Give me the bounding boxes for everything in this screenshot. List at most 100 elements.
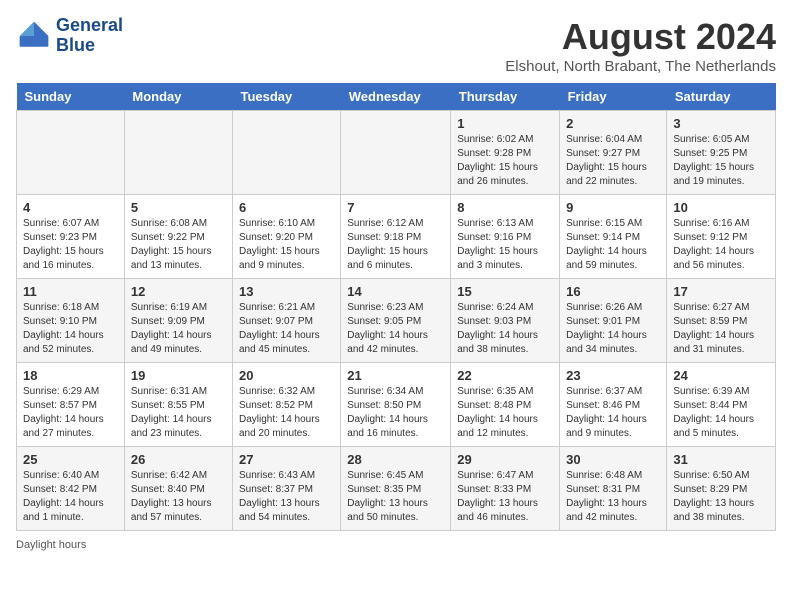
day-info: Sunrise: 6:08 AM Sunset: 9:22 PM Dayligh… [131,217,226,273]
logo: General Blue [16,16,123,56]
calendar-week-row: 18 Sunrise: 6:29 AM Sunset: 8:57 PM Dayli… [17,363,776,447]
day-info: Sunrise: 6:47 AM Sunset: 8:33 PM Dayligh… [457,469,553,525]
day-info: Sunrise: 6:32 AM Sunset: 8:52 PM Dayligh… [239,385,334,441]
title-area: August 2024 Elshout, North Brabant, The … [505,16,776,75]
day-info: Sunrise: 6:04 AM Sunset: 9:27 PM Dayligh… [566,133,660,189]
day-info: Sunrise: 6:21 AM Sunset: 9:07 PM Dayligh… [239,301,334,357]
calendar-cell: 7 Sunrise: 6:12 AM Sunset: 9:18 PM Daylig… [341,195,451,279]
day-number: 22 [457,368,553,383]
calendar-cell: 2 Sunrise: 6:04 AM Sunset: 9:27 PM Daylig… [560,111,667,195]
calendar-cell: 17 Sunrise: 6:27 AM Sunset: 8:59 PM Dayli… [667,279,776,363]
day-number: 17 [673,284,769,299]
calendar-week-row: 4Sunrise: 6:07 AM Sunset: 9:23 PM Daylig… [17,195,776,279]
calendar-cell: 14Sunrise: 6:23 AM Sunset: 9:05 PM Dayli… [341,279,451,363]
day-number: 6 [239,200,334,215]
header-monday: Monday [124,83,232,111]
day-number: 18 [23,368,118,383]
calendar-cell: 16 Sunrise: 6:26 AM Sunset: 9:01 PM Dayli… [560,279,667,363]
day-info: Sunrise: 6:13 AM Sunset: 9:16 PM Dayligh… [457,217,553,273]
day-info: Sunrise: 6:19 AM Sunset: 9:09 PM Dayligh… [131,301,226,357]
page-subtitle: Elshout, North Brabant, The Netherlands [505,58,776,75]
day-number: 7 [347,200,444,215]
calendar-cell [124,111,232,195]
day-number: 28 [347,452,444,467]
calendar-cell: 10 Sunrise: 6:16 AM Sunset: 9:12 PM Dayli… [667,195,776,279]
calendar-cell: 1Sunrise: 6:02 AM Sunset: 9:28 PM Daylig… [451,111,560,195]
day-info: Sunrise: 6:12 AM Sunset: 9:18 PM Dayligh… [347,217,444,273]
day-info: Sunrise: 6:43 AM Sunset: 8:37 PM Dayligh… [239,469,334,525]
day-number: 9 [566,200,660,215]
calendar-week-row: 1Sunrise: 6:02 AM Sunset: 9:28 PM Daylig… [17,111,776,195]
day-info: Sunrise: 6:18 AM Sunset: 9:10 PM Dayligh… [23,301,118,357]
header-thursday: Thursday [451,83,560,111]
calendar-cell [341,111,451,195]
day-number: 14 [347,284,444,299]
day-number: 5 [131,200,226,215]
day-number: 20 [239,368,334,383]
day-info: Sunrise: 6:35 AM Sunset: 8:48 PM Dayligh… [457,385,553,441]
day-info: Sunrise: 6:34 AM Sunset: 8:50 PM Dayligh… [347,385,444,441]
day-info: Sunrise: 6:39 AM Sunset: 8:44 PM Dayligh… [673,385,769,441]
logo-icon [16,18,52,54]
day-number: 29 [457,452,553,467]
header-wednesday: Wednesday [341,83,451,111]
calendar-cell: 30 Sunrise: 6:48 AM Sunset: 8:31 PM Dayli… [560,447,667,531]
day-info: Sunrise: 6:42 AM Sunset: 8:40 PM Dayligh… [131,469,226,525]
day-number: 8 [457,200,553,215]
calendar-cell: 20 Sunrise: 6:32 AM Sunset: 8:52 PM Dayli… [232,363,340,447]
calendar-cell: 23 Sunrise: 6:37 AM Sunset: 8:46 PM Dayli… [560,363,667,447]
day-number: 2 [566,116,660,131]
day-info: Sunrise: 6:15 AM Sunset: 9:14 PM Dayligh… [566,217,660,273]
calendar-cell: 15Sunrise: 6:24 AM Sunset: 9:03 PM Dayli… [451,279,560,363]
calendar-cell: 3 Sunrise: 6:05 AM Sunset: 9:25 PM Daylig… [667,111,776,195]
header-friday: Friday [560,83,667,111]
day-info: Sunrise: 6:26 AM Sunset: 9:01 PM Dayligh… [566,301,660,357]
day-number: 19 [131,368,226,383]
calendar-cell: 12 Sunrise: 6:19 AM Sunset: 9:09 PM Dayli… [124,279,232,363]
day-number: 30 [566,452,660,467]
day-number: 13 [239,284,334,299]
header-tuesday: Tuesday [232,83,340,111]
calendar-cell: 13 Sunrise: 6:21 AM Sunset: 9:07 PM Dayli… [232,279,340,363]
day-number: 1 [457,116,553,131]
daylight-label: Daylight hours [16,539,86,551]
day-info: Sunrise: 6:48 AM Sunset: 8:31 PM Dayligh… [566,469,660,525]
calendar-cell: 31Sunrise: 6:50 AM Sunset: 8:29 PM Dayli… [667,447,776,531]
calendar-cell: 27 Sunrise: 6:43 AM Sunset: 8:37 PM Dayli… [232,447,340,531]
legend: Daylight hours [16,539,776,551]
calendar-cell: 29 Sunrise: 6:47 AM Sunset: 8:33 PM Dayli… [451,447,560,531]
calendar-cell: 9 Sunrise: 6:15 AM Sunset: 9:14 PM Daylig… [560,195,667,279]
day-number: 3 [673,116,769,131]
day-number: 12 [131,284,226,299]
day-info: Sunrise: 6:27 AM Sunset: 8:59 PM Dayligh… [673,301,769,357]
day-number: 11 [23,284,118,299]
calendar-cell: 21Sunrise: 6:34 AM Sunset: 8:50 PM Dayli… [341,363,451,447]
calendar-cell: 18 Sunrise: 6:29 AM Sunset: 8:57 PM Dayli… [17,363,125,447]
day-info: Sunrise: 6:10 AM Sunset: 9:20 PM Dayligh… [239,217,334,273]
day-info: Sunrise: 6:37 AM Sunset: 8:46 PM Dayligh… [566,385,660,441]
calendar-cell: 11 Sunrise: 6:18 AM Sunset: 9:10 PM Dayli… [17,279,125,363]
day-number: 16 [566,284,660,299]
day-info: Sunrise: 6:31 AM Sunset: 8:55 PM Dayligh… [131,385,226,441]
calendar-table: SundayMondayTuesdayWednesdayThursdayFrid… [16,83,776,531]
day-info: Sunrise: 6:16 AM Sunset: 9:12 PM Dayligh… [673,217,769,273]
day-number: 24 [673,368,769,383]
day-number: 10 [673,200,769,215]
calendar-week-row: 11 Sunrise: 6:18 AM Sunset: 9:10 PM Dayli… [17,279,776,363]
calendar-cell: 22 Sunrise: 6:35 AM Sunset: 8:48 PM Dayli… [451,363,560,447]
day-number: 27 [239,452,334,467]
day-info: Sunrise: 6:45 AM Sunset: 8:35 PM Dayligh… [347,469,444,525]
calendar-cell: 4Sunrise: 6:07 AM Sunset: 9:23 PM Daylig… [17,195,125,279]
calendar-week-row: 25 Sunrise: 6:40 AM Sunset: 8:42 PM Dayli… [17,447,776,531]
day-info: Sunrise: 6:24 AM Sunset: 9:03 PM Dayligh… [457,301,553,357]
day-info: Sunrise: 6:40 AM Sunset: 8:42 PM Dayligh… [23,469,118,525]
day-number: 25 [23,452,118,467]
day-info: Sunrise: 6:07 AM Sunset: 9:23 PM Dayligh… [23,217,118,273]
day-info: Sunrise: 6:05 AM Sunset: 9:25 PM Dayligh… [673,133,769,189]
calendar-cell: 8 Sunrise: 6:13 AM Sunset: 9:16 PM Daylig… [451,195,560,279]
header-saturday: Saturday [667,83,776,111]
day-info: Sunrise: 6:29 AM Sunset: 8:57 PM Dayligh… [23,385,118,441]
day-number: 23 [566,368,660,383]
calendar-cell [17,111,125,195]
logo-text: General Blue [56,16,123,56]
